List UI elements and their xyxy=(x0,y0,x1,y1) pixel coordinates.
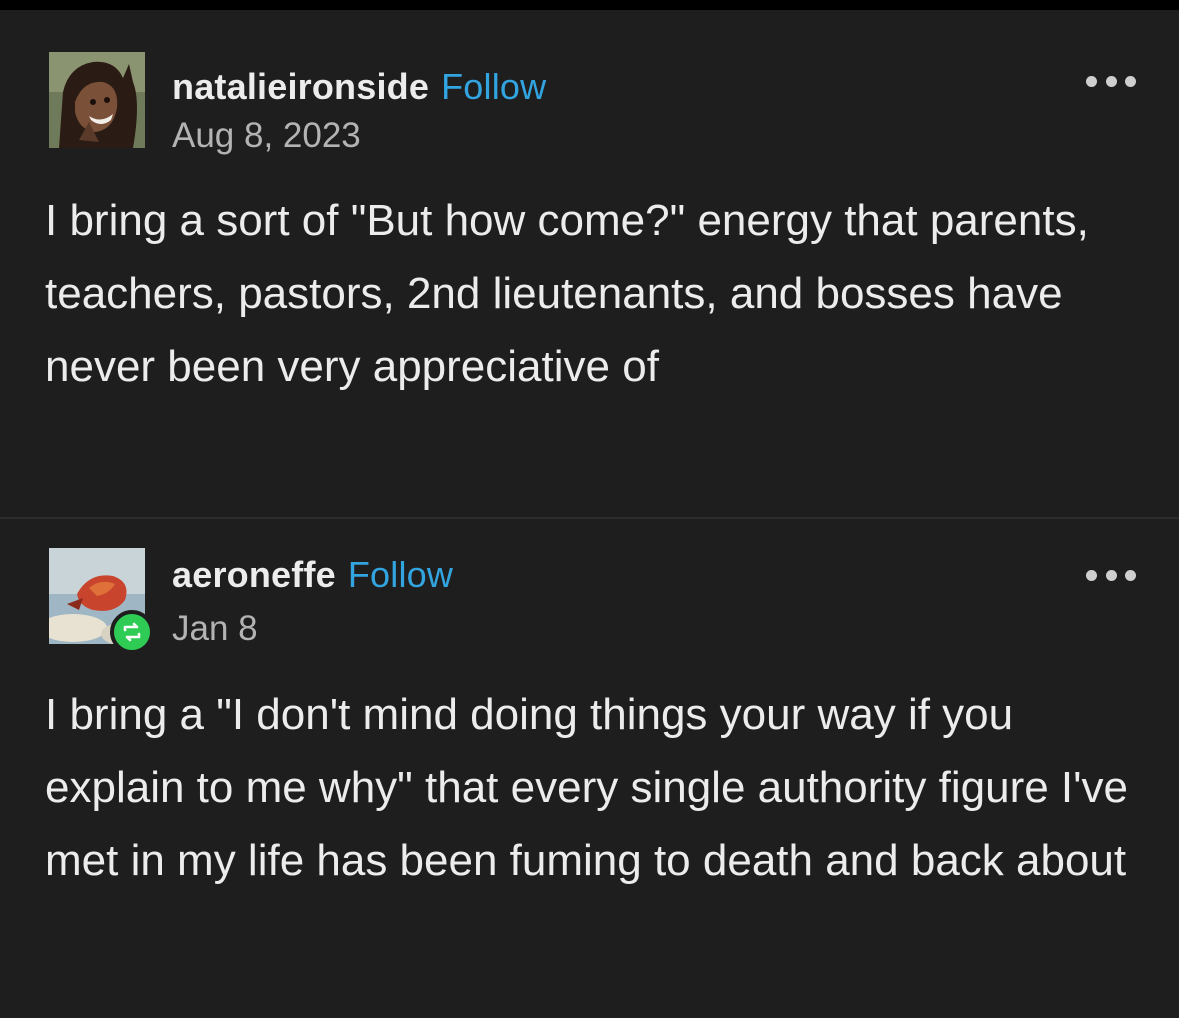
post-natalieironside: natalieironside Follow Aug 8, 2023 I brin… xyxy=(0,10,1179,518)
username[interactable]: aeroneffe xyxy=(172,554,336,595)
reblog-icon xyxy=(110,610,154,654)
dot xyxy=(1125,75,1136,87)
character-portrait-avatar xyxy=(49,52,145,148)
post-date[interactable]: Jan 8 xyxy=(172,609,258,649)
dot xyxy=(1125,569,1136,581)
post-body: I bring a "I don't mind doing things you… xyxy=(45,690,1129,885)
ellipsis-icon[interactable] xyxy=(1086,74,1136,88)
follow-button[interactable]: Follow xyxy=(348,554,453,595)
post-aeroneffe: aeroneffe Follow Jan 8 I bring a "I don't… xyxy=(0,518,1179,1018)
post-body: I bring a sort of "But how come?" energy… xyxy=(45,196,1089,391)
username-line: natalieironside Follow xyxy=(172,66,546,108)
ellipsis-icon[interactable] xyxy=(1086,568,1136,582)
follow-button[interactable]: Follow xyxy=(441,66,546,107)
dot xyxy=(1086,569,1097,581)
dot xyxy=(1105,569,1117,581)
avatar[interactable] xyxy=(49,52,145,148)
dot xyxy=(1086,75,1097,87)
username[interactable]: natalieironside xyxy=(172,66,429,107)
post-date[interactable]: Aug 8, 2023 xyxy=(172,116,361,156)
username-line: aeroneffe Follow xyxy=(172,554,453,596)
top-edge-bar xyxy=(0,0,1179,10)
dot xyxy=(1105,75,1117,87)
